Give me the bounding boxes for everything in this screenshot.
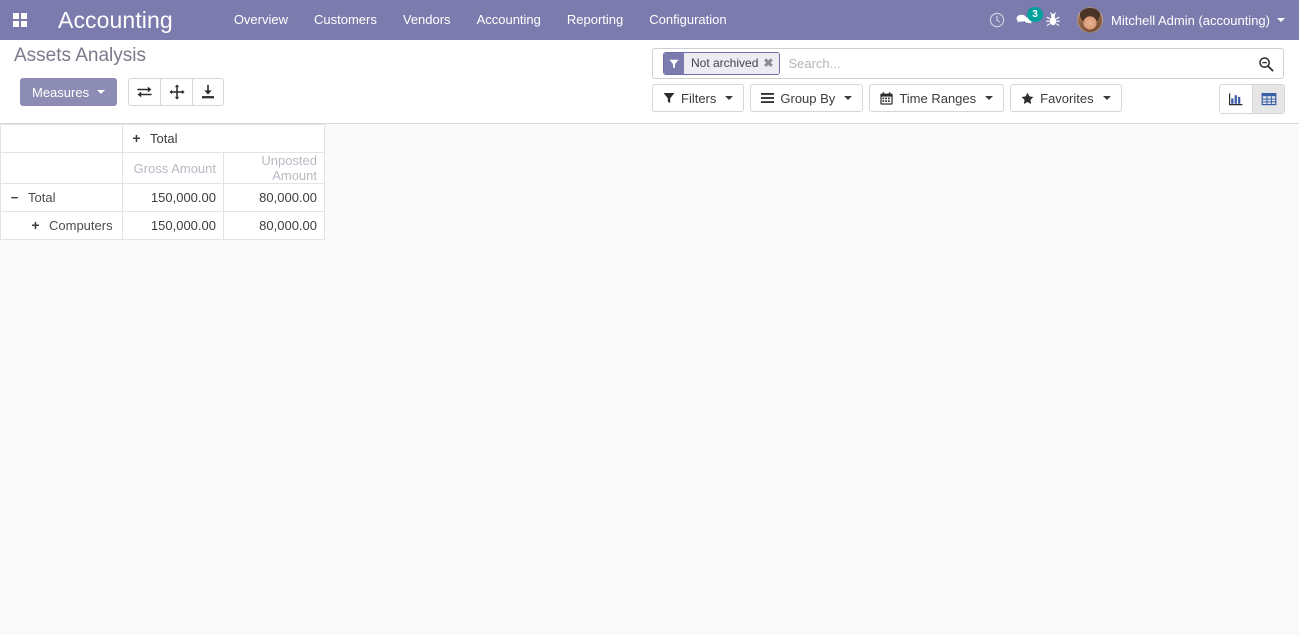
menu-item-overview[interactable]: Overview <box>221 0 301 40</box>
pivot-table: + Total Gross Amount Unposted Amount − Tot… <box>0 124 325 240</box>
menu-item-customers[interactable]: Customers <box>301 0 390 40</box>
pivot-measure-unposted-amount[interactable]: Unposted Amount <box>223 152 325 184</box>
pivot-row-header-total[interactable]: − Total <box>0 183 123 212</box>
groupby-label: Group By <box>780 90 836 106</box>
download-xlsx-icon <box>202 84 215 99</box>
expand-all-icon <box>168 84 185 100</box>
measures-dropdown-button[interactable]: Measures <box>20 78 118 106</box>
download-xlsx-button[interactable] <box>192 78 225 106</box>
view-switcher-graph[interactable] <box>1220 85 1252 113</box>
clock-icon <box>989 12 1005 28</box>
star-icon <box>1021 92 1034 105</box>
user-avatar <box>1077 7 1104 33</box>
pivot-col-group-label: Total <box>150 131 178 146</box>
pivot-col-group-row: + Total <box>0 124 325 153</box>
pivot-table-icon <box>1261 92 1276 105</box>
view-switcher <box>1219 84 1285 114</box>
chevron-down-icon <box>97 90 106 94</box>
measures-label: Measures <box>32 84 90 100</box>
search-box[interactable]: Not archived ✖ <box>652 48 1284 79</box>
timeranges-label: Time Ranges <box>899 90 977 106</box>
user-menu[interactable]: Mitchell Admin (accounting) <box>1067 0 1291 40</box>
main-menu: Overview Customers Vendors Accounting Re… <box>221 0 740 40</box>
expand-col-icon[interactable]: + <box>130 131 143 145</box>
pivot-cell-computers-gross[interactable]: 150,000.00 <box>122 211 224 240</box>
pivot-col-group-total[interactable]: + Total <box>122 124 325 153</box>
app-brand-title[interactable]: Accounting <box>58 7 173 34</box>
menu-item-reporting[interactable]: Reporting <box>554 0 636 40</box>
table-row: + Computers 150,000.00 80,000.00 <box>0 211 325 240</box>
filter-funnel-icon <box>663 92 675 104</box>
pivot-corner-cell <box>0 124 123 153</box>
menu-item-accounting[interactable]: Accounting <box>464 0 554 40</box>
pivot-corner-cell-2 <box>0 152 123 184</box>
pivot-action-buttons <box>128 78 225 106</box>
flip-axis-button[interactable] <box>128 78 161 106</box>
menu-item-vendors[interactable]: Vendors <box>390 0 464 40</box>
favorites-dropdown-button[interactable]: Favorites <box>1010 84 1122 112</box>
chevron-down-icon <box>844 96 853 100</box>
flip-axis-icon <box>137 86 152 98</box>
search-input[interactable] <box>780 51 1251 76</box>
navbar-right-tools: 3 Mitchell Admin (accounting) <box>983 0 1291 40</box>
filter-funnel-icon <box>664 53 684 74</box>
apps-menu-toggle[interactable] <box>0 0 40 40</box>
messaging-menu-button[interactable]: 3 <box>1011 0 1044 40</box>
chevron-down-icon <box>725 96 734 100</box>
remove-facet-icon[interactable]: ✖ <box>763 53 780 74</box>
pivot-cell-total-gross[interactable]: 150,000.00 <box>122 183 224 212</box>
menu-item-configuration[interactable]: Configuration <box>636 0 739 40</box>
pivot-view-content: + Total Gross Amount Unposted Amount − Tot… <box>0 124 1299 634</box>
favorites-label: Favorites <box>1040 90 1094 106</box>
expand-all-button[interactable] <box>160 78 193 106</box>
search-area: Not archived ✖ <box>652 48 1284 79</box>
search-icon[interactable] <box>1251 56 1281 72</box>
pivot-row-label: Total <box>28 190 56 205</box>
search-facet-label: Not archived <box>684 53 764 74</box>
collapse-row-icon[interactable]: − <box>8 190 21 205</box>
top-navbar: Accounting Overview Customers Vendors Ac… <box>0 0 1299 40</box>
search-facet-not-archived[interactable]: Not archived ✖ <box>663 52 781 75</box>
expand-row-icon[interactable]: + <box>29 218 42 232</box>
filters-label: Filters <box>681 90 717 106</box>
search-dropdowns: Filters Group By Time Ranges Favorites <box>652 84 1128 112</box>
pivot-row-header-computers[interactable]: + Computers <box>0 211 123 240</box>
pivot-row-label: Computers <box>49 218 113 233</box>
pivot-measure-gross-amount[interactable]: Gross Amount <box>122 152 224 184</box>
bug-icon <box>1046 12 1060 26</box>
filters-dropdown-button[interactable]: Filters <box>652 84 745 112</box>
calendar-icon <box>880 91 893 105</box>
user-name-label: Mitchell Admin (accounting) <box>1111 12 1270 28</box>
chevron-down-icon <box>1277 18 1285 22</box>
bar-chart-icon <box>1229 92 1243 105</box>
view-switcher-pivot[interactable] <box>1252 85 1284 113</box>
apps-grid-icon <box>13 13 27 27</box>
bars-icon <box>761 92 775 104</box>
table-row: − Total 150,000.00 80,000.00 <box>0 183 325 212</box>
timeranges-dropdown-button[interactable]: Time Ranges <box>869 84 1005 112</box>
pivot-table-body: − Total 150,000.00 80,000.00 + Computers 1… <box>0 183 325 240</box>
pivot-cell-computers-unposted[interactable]: 80,000.00 <box>223 211 325 240</box>
groupby-dropdown-button[interactable]: Group By <box>750 84 864 112</box>
control-panel: Assets Analysis Measures Not archived ✖ … <box>0 40 1299 124</box>
chevron-down-icon <box>1102 96 1111 100</box>
chevron-down-icon <box>985 96 994 100</box>
activities-menu-button[interactable] <box>983 0 1011 40</box>
pivot-toolbar: Measures <box>20 78 225 106</box>
pivot-cell-total-unposted[interactable]: 80,000.00 <box>223 183 325 212</box>
pivot-table-head: + Total Gross Amount Unposted Amount <box>0 124 325 184</box>
debug-menu-button[interactable] <box>1039 0 1067 40</box>
pivot-measure-row: Gross Amount Unposted Amount <box>0 152 325 184</box>
breadcrumb[interactable]: Assets Analysis <box>14 45 146 67</box>
